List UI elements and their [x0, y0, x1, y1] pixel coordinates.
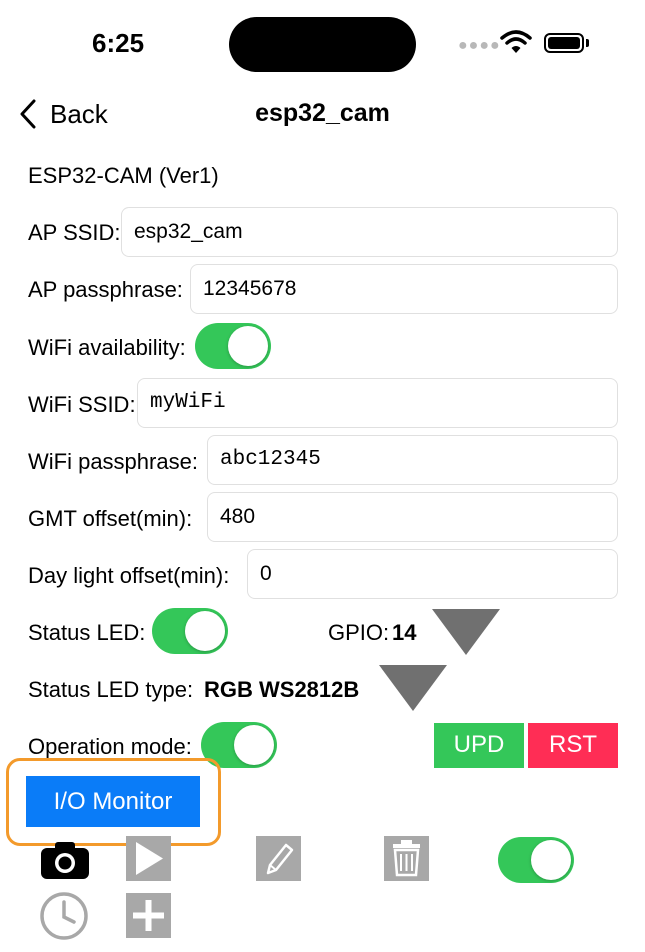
wifi-passphrase-input[interactable]: abc12345 — [207, 435, 618, 485]
wifi-icon — [500, 30, 532, 53]
gpio-value: 14 — [392, 620, 417, 645]
status-led-toggle[interactable] — [152, 608, 228, 654]
daylight-offset-label: Day light offset(min): — [28, 563, 230, 588]
rst-button[interactable]: RST — [528, 723, 618, 768]
toolbar-toggle[interactable] — [498, 837, 574, 883]
status-led-type-label: Status LED type: — [28, 677, 194, 702]
wifi-ssid-input[interactable]: myWiFi — [137, 378, 618, 428]
page-title: esp32_cam — [255, 99, 390, 127]
wifi-availability-label: WiFi availability: — [28, 335, 186, 360]
clock-icon[interactable] — [39, 891, 89, 941]
dynamic-island — [229, 17, 416, 72]
device-title: ESP32-CAM (Ver1) — [28, 163, 219, 188]
battery-cap — [586, 39, 589, 47]
status-time: 6:25 — [92, 28, 145, 58]
pencil-icon[interactable] — [256, 836, 301, 881]
ap-ssid-input[interactable]: esp32_cam — [121, 207, 618, 257]
gmt-offset-input[interactable]: 480 — [207, 492, 618, 542]
status-led-type-dropdown-icon[interactable] — [379, 665, 447, 711]
upd-button[interactable]: UPD — [434, 723, 524, 768]
ap-ssid-label: AP SSID: — [28, 220, 121, 245]
trash-icon[interactable] — [384, 836, 429, 881]
wifi-passphrase-label: WiFi passphrase: — [28, 449, 198, 474]
gmt-offset-label: GMT offset(min): — [28, 506, 193, 531]
camera-icon[interactable] — [40, 840, 90, 880]
battery-icon — [544, 33, 584, 53]
gpio-dropdown-icon[interactable] — [432, 609, 500, 655]
status-led-label: Status LED: — [28, 620, 146, 645]
signal-icon: ●●●● — [458, 37, 501, 54]
operation-mode-label: Operation mode: — [28, 734, 192, 759]
ap-passphrase-label: AP passphrase: — [28, 277, 183, 302]
wifi-availability-toggle[interactable] — [195, 323, 271, 369]
io-monitor-button[interactable]: I/O Monitor — [26, 776, 200, 827]
status-led-type-value: RGB WS2812B — [204, 677, 360, 702]
ap-passphrase-input[interactable]: 12345678 — [190, 264, 618, 314]
play-icon[interactable] — [126, 836, 171, 881]
plus-icon[interactable] — [126, 893, 171, 938]
wifi-ssid-label: WiFi SSID: — [28, 392, 136, 417]
daylight-offset-input[interactable]: 0 — [247, 549, 618, 599]
gpio-label: GPIO: — [328, 620, 390, 645]
